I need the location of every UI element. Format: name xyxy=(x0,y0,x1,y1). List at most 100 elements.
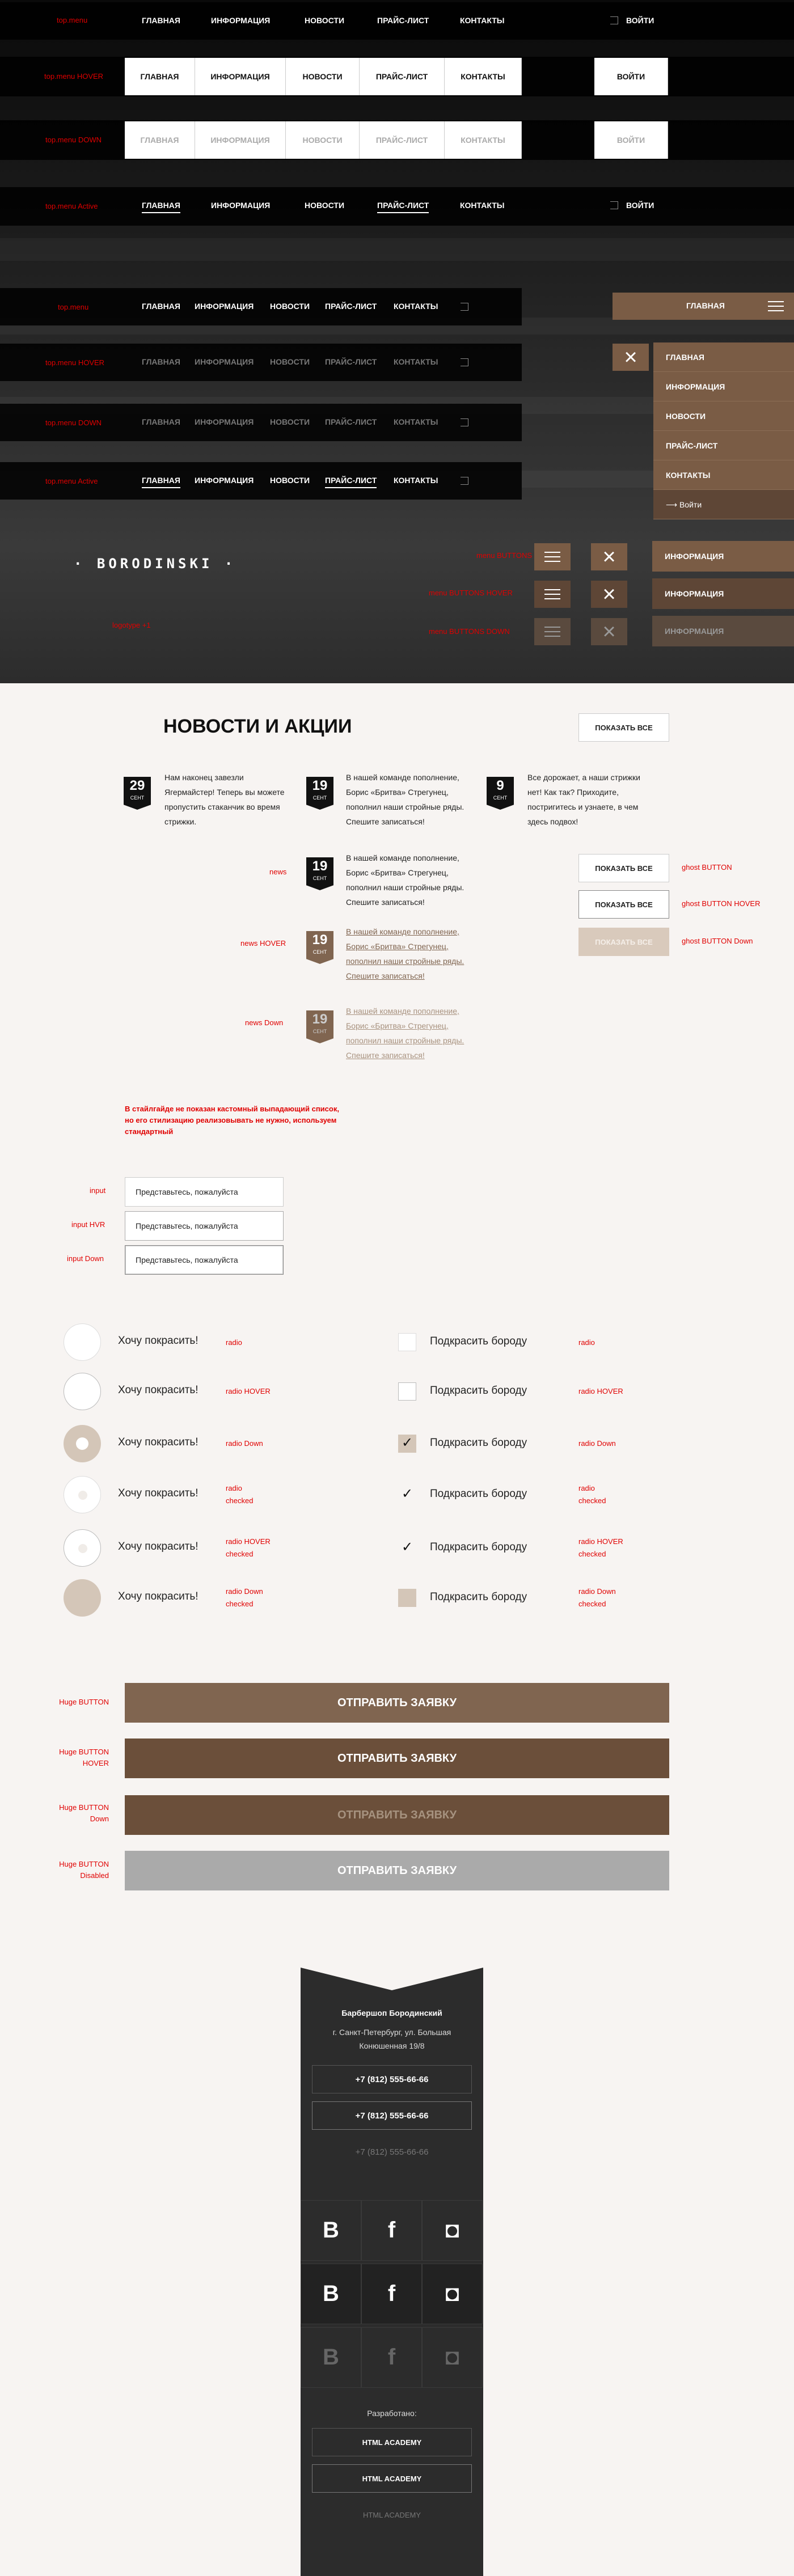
menu-item-news[interactable]: НОВОСТИ xyxy=(270,302,310,311)
facebook-icon-down[interactable]: f xyxy=(361,2327,422,2388)
menu-item-news[interactable]: НОВОСТИ xyxy=(270,476,310,485)
checkbox-down-checked[interactable] xyxy=(398,1589,416,1607)
menu-item-price-active[interactable]: ПРАЙС-ЛИСТ xyxy=(377,201,429,213)
phone-link-hover[interactable]: +7 (812) 555-66-66 xyxy=(312,2101,472,2130)
phone-link[interactable]: +7 (812) 555-66-66 xyxy=(312,2065,472,2093)
mobile-menu-login[interactable]: ⟶ Войти xyxy=(653,490,794,519)
checkbox-hover-checked[interactable]: ✓ xyxy=(398,1539,416,1557)
login-button-down[interactable]: ВОЙТИ xyxy=(594,121,668,159)
menu-item-price[interactable]: ПРАЙС-ЛИСТ xyxy=(325,357,377,366)
radio-hover[interactable] xyxy=(64,1373,101,1410)
dev-link[interactable]: HTML ACADEMY xyxy=(312,2428,472,2456)
submit-button-down[interactable]: ОТПРАВИТЬ ЗАЯВКУ xyxy=(125,1795,669,1835)
news-text[interactable]: Все дорожает, а наши стрижки нет! Как та… xyxy=(527,770,649,829)
menu-item-price-active[interactable]: ПРАЙС-ЛИСТ xyxy=(325,476,377,488)
burger-button[interactable] xyxy=(758,293,794,320)
menu-item-contacts-hover[interactable]: КОНТАКТЫ xyxy=(445,58,522,95)
menu-item-news[interactable]: НОВОСТИ xyxy=(305,16,344,25)
menu-item-info-hover[interactable]: ИНФОРМАЦИЯ xyxy=(195,58,286,95)
name-input[interactable]: Представьтесь, пожалуйста xyxy=(125,1177,284,1207)
menu-item-home[interactable]: ГЛАВНАЯ xyxy=(142,16,180,25)
dev-link-hover[interactable]: HTML ACADEMY xyxy=(312,2464,472,2493)
burger-button-down[interactable] xyxy=(534,618,571,645)
menu-item-contacts[interactable]: КОНТАКТЫ xyxy=(394,417,438,426)
menu-item-news[interactable]: НОВОСТИ xyxy=(270,417,310,426)
facebook-icon-hover[interactable]: f xyxy=(361,2264,422,2324)
news-text[interactable]: Нам наконец завезли Ягермайстер! Теперь … xyxy=(164,770,286,829)
close-button[interactable]: × xyxy=(591,543,627,570)
login-icon[interactable] xyxy=(461,477,468,485)
menu-item-info[interactable]: ИНФОРМАЦИЯ xyxy=(211,201,270,210)
menu-item-home-active[interactable]: ГЛАВНАЯ xyxy=(142,476,180,488)
menu-item-home[interactable]: ГЛАВНАЯ xyxy=(142,417,180,426)
menu-item-contacts[interactable]: КОНТАКТЫ xyxy=(460,16,504,25)
name-input-down[interactable]: Представьтесь, пожалуйста xyxy=(125,1245,284,1275)
mobile-menu-item-info[interactable]: ИНФОРМАЦИЯ xyxy=(653,372,794,401)
menu-item-home-down[interactable]: ГЛАВНАЯ xyxy=(125,121,195,159)
menu-item-info[interactable]: ИНФОРМАЦИЯ xyxy=(195,417,254,426)
ghost-button[interactable]: ПОКАЗАТЬ ВСЕ xyxy=(578,854,669,882)
login-icon[interactable] xyxy=(461,418,468,426)
vk-icon[interactable]: B xyxy=(301,2200,361,2261)
menu-item-price-hover[interactable]: ПРАЙС-ЛИСТ xyxy=(360,58,445,95)
info-button[interactable]: ИНФОРМАЦИЯ xyxy=(652,541,794,572)
name-input-hover[interactable]: Представьтесь, пожалуйста xyxy=(125,1211,284,1241)
ghost-button-down[interactable]: ПОКАЗАТЬ ВСЕ xyxy=(578,928,669,956)
submit-button[interactable]: ОТПРАВИТЬ ЗАЯВКУ xyxy=(125,1683,669,1723)
instagram-icon-hover[interactable]: ◘ xyxy=(422,2264,483,2324)
news-text-hover[interactable]: В нашей команде пополнение, Борис «Бритв… xyxy=(346,924,468,983)
menu-item-info[interactable]: ИНФОРМАЦИЯ xyxy=(195,357,254,366)
menu-item-contacts[interactable]: КОНТАКТЫ xyxy=(394,476,438,485)
close-button-down[interactable]: × xyxy=(591,618,627,645)
menu-item-price[interactable]: ПРАЙС-ЛИСТ xyxy=(325,417,377,426)
menu-item-home[interactable]: ГЛАВНАЯ xyxy=(142,357,180,366)
menu-item-home-hover[interactable]: ГЛАВНАЯ xyxy=(125,58,195,95)
ghost-button-hover[interactable]: ПОКАЗАТЬ ВСЕ xyxy=(578,890,669,919)
checkbox-checked[interactable]: ✓ xyxy=(398,1486,416,1504)
vk-icon-down[interactable]: B xyxy=(301,2327,361,2388)
instagram-icon-down[interactable]: ◘ xyxy=(422,2327,483,2388)
news-text-down[interactable]: В нашей команде пополнение, Борис «Бритв… xyxy=(346,1004,468,1063)
menu-item-contacts[interactable]: КОНТАКТЫ xyxy=(394,357,438,366)
radio-down-checked[interactable] xyxy=(64,1579,101,1617)
menu-item-home[interactable]: ГЛАВНАЯ xyxy=(142,302,180,311)
news-text[interactable]: В нашей команде пополнение, Борис «Бритв… xyxy=(346,770,468,829)
menu-item-contacts-down[interactable]: КОНТАКТЫ xyxy=(445,121,522,159)
menu-item-news[interactable]: НОВОСТИ xyxy=(305,201,344,210)
burger-button[interactable] xyxy=(534,543,571,570)
checkbox-hover[interactable] xyxy=(398,1382,416,1401)
checkbox[interactable] xyxy=(398,1333,416,1351)
submit-button-hover[interactable]: ОТПРАВИТЬ ЗАЯВКУ xyxy=(125,1739,669,1778)
menu-item-price[interactable]: ПРАЙС-ЛИСТ xyxy=(325,302,377,311)
mobile-menu-item-news[interactable]: НОВОСТИ xyxy=(653,401,794,431)
show-all-button[interactable]: ПОКАЗАТЬ ВСЕ xyxy=(578,713,669,742)
info-button-down[interactable]: ИНФОРМАЦИЯ xyxy=(652,616,794,646)
login-icon[interactable] xyxy=(461,303,468,311)
menu-item-info[interactable]: ИНФОРМАЦИЯ xyxy=(211,16,270,25)
menu-item-info[interactable]: ИНФОРМАЦИЯ xyxy=(195,302,254,311)
instagram-icon[interactable]: ◘ xyxy=(422,2200,483,2261)
mobile-menu-item-home[interactable]: ГЛАВНАЯ xyxy=(653,342,794,372)
login-button[interactable]: ВОЙТИ xyxy=(610,16,654,25)
radio-down[interactable] xyxy=(64,1425,101,1462)
login-icon[interactable] xyxy=(461,358,468,366)
login-button-hover[interactable]: ВОЙТИ xyxy=(594,58,668,95)
facebook-icon[interactable]: f xyxy=(361,2200,422,2261)
menu-item-info-down[interactable]: ИНФОРМАЦИЯ xyxy=(195,121,286,159)
menu-item-price[interactable]: ПРАЙС-ЛИСТ xyxy=(377,16,429,25)
mobile-menu-item-contacts[interactable]: КОНТАКТЫ xyxy=(653,460,794,490)
menu-item-contacts[interactable]: КОНТАКТЫ xyxy=(394,302,438,311)
phone-link-down[interactable]: +7 (812) 555-66-66 xyxy=(312,2138,472,2166)
menu-item-info[interactable]: ИНФОРМАЦИЯ xyxy=(195,476,254,485)
radio-checked[interactable] xyxy=(64,1476,101,1513)
menu-item-news[interactable]: НОВОСТИ xyxy=(270,357,310,366)
menu-item-news-hover[interactable]: НОВОСТИ xyxy=(286,58,360,95)
vk-icon-hover[interactable]: B xyxy=(301,2264,361,2324)
checkbox-down[interactable]: ✓ xyxy=(398,1435,416,1453)
news-text[interactable]: В нашей команде пополнение, Борис «Бритв… xyxy=(346,851,468,910)
login-button[interactable]: ВОЙТИ xyxy=(610,201,654,210)
menu-item-home-active[interactable]: ГЛАВНАЯ xyxy=(142,201,180,213)
info-button-hover[interactable]: ИНФОРМАЦИЯ xyxy=(652,578,794,609)
close-button-hover[interactable]: × xyxy=(591,581,627,608)
radio[interactable] xyxy=(64,1323,101,1361)
